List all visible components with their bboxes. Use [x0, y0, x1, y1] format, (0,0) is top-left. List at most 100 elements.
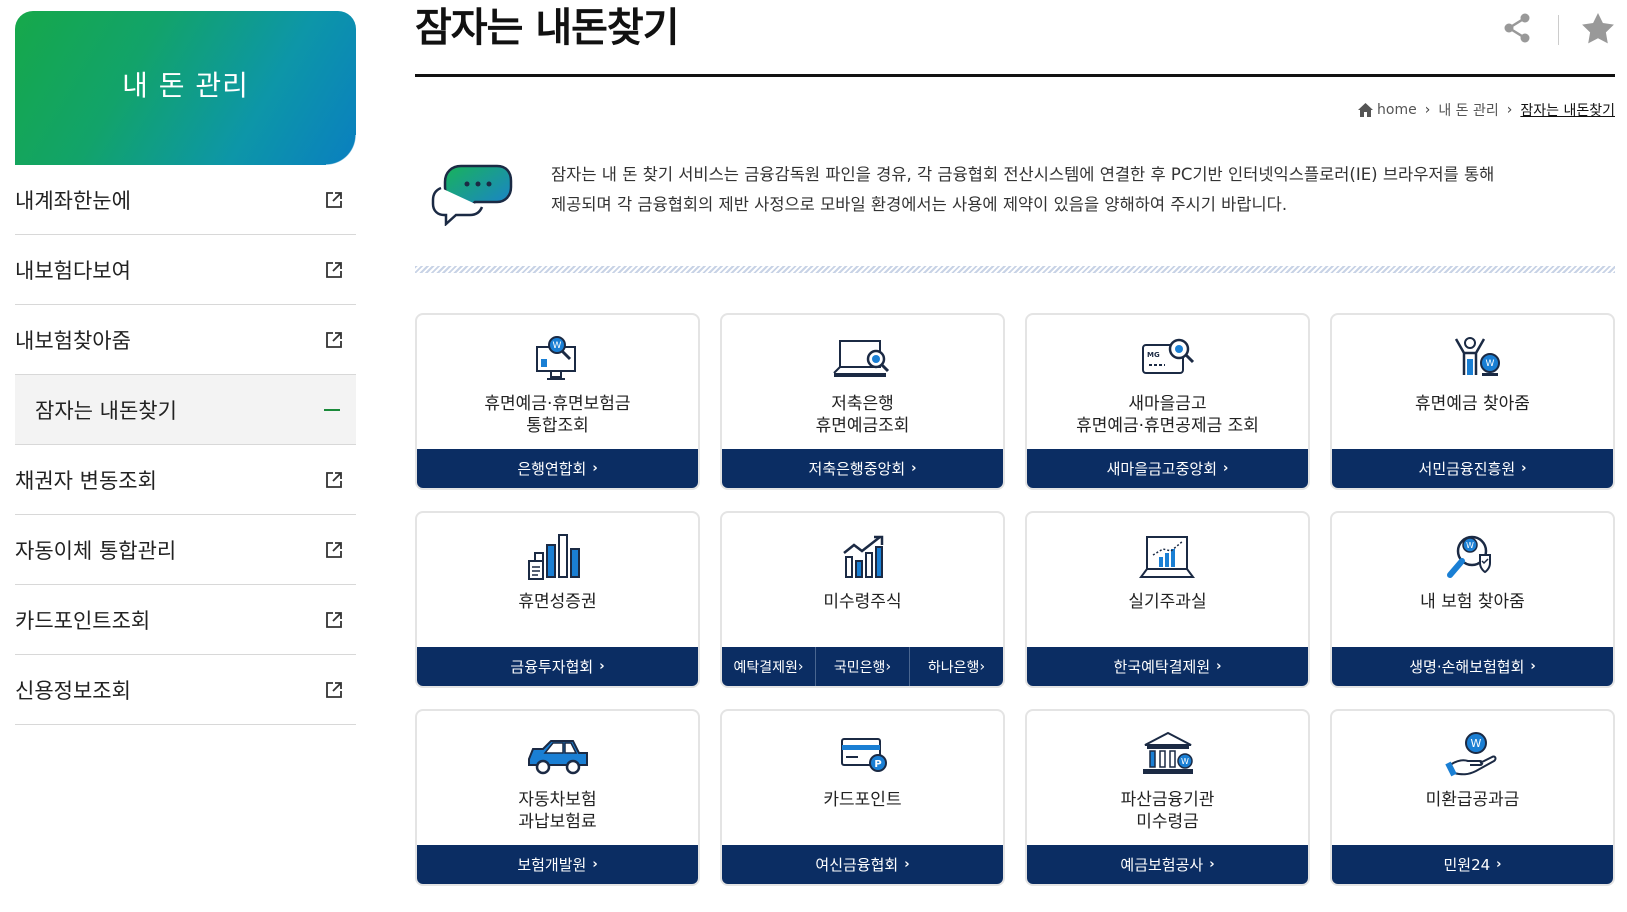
service-card: W 휴면예금 찾아줌 서민금융진흥원 ›: [1330, 313, 1615, 490]
sidebar-item-my-insurance[interactable]: 내보험다보여: [15, 235, 356, 305]
person-coin-icon: W: [1440, 333, 1506, 385]
card-search-icon: MG: [1135, 333, 1201, 385]
hatched-divider: [415, 266, 1615, 273]
breadcrumb-level1[interactable]: 내 돈 관리: [1438, 100, 1498, 120]
hand-coin-icon: W: [1440, 729, 1506, 781]
home-icon: [1358, 103, 1377, 117]
page-title: 잠자는 내돈찾기: [415, 5, 680, 51]
chevron-right-icon: ›: [904, 857, 910, 872]
notice-line-2: 제공되며 각 금융협회의 제반 사정으로 모바일 환경에서는 사용에 제약이 있…: [551, 195, 1288, 214]
notice-box: 잠자는 내 돈 찾기 서비스는 금융감독원 파인을 경유, 각 금융협회 전산시…: [431, 158, 1615, 238]
chevron-right-icon: ›: [1506, 102, 1513, 118]
external-link-icon: [324, 260, 344, 280]
card-link-button[interactable]: 한국예탁결제원 ›: [1027, 647, 1308, 686]
card-link-button[interactable]: 은행연합회 ›: [417, 449, 698, 488]
sidebar-item-label: 잠자는 내돈찾기: [35, 398, 177, 423]
card-title: 내 보험 찾아줌: [1420, 592, 1525, 612]
card-link-button[interactable]: 예탁결제원 ›: [722, 647, 816, 686]
chevron-right-icon: ›: [885, 658, 892, 675]
sidebar-item-credit-info[interactable]: 신용정보조회: [15, 655, 356, 725]
external-link-icon: [324, 190, 344, 210]
bar-document-icon: [525, 531, 591, 583]
sidebar-item-label: 내보험다보여: [15, 258, 131, 283]
notice-line-1: 잠자는 내 돈 찾기 서비스는 금융감독원 파인을 경유, 각 금융협회 전산시…: [551, 165, 1495, 184]
svg-text:W: W: [552, 341, 561, 351]
svg-text:W: W: [1470, 737, 1481, 750]
card-link-button[interactable]: 새마을금고중앙회 ›: [1027, 449, 1308, 488]
sidebar-item-auto-transfer[interactable]: 자동이체 통합관리: [15, 515, 356, 585]
bank-icon: W: [1135, 729, 1201, 781]
svg-text:W: W: [1466, 541, 1474, 550]
card-link-button[interactable]: 예금보험공사 ›: [1027, 845, 1308, 884]
sidebar-item-label: 내계좌한눈에: [15, 188, 131, 213]
sidebar-item-label: 신용정보조회: [15, 678, 131, 703]
main-content: 잠자는 내돈찾기 home › 내 돈 관리 › 잠자는 내돈찾기 잠자는 내 …: [415, 0, 1615, 886]
card-title: 휴면예금·휴면보험금 통합조회: [484, 394, 631, 436]
service-card: 저축은행 휴면예금조회 저축은행중앙회 ›: [720, 313, 1005, 490]
service-card: 실기주과실 한국예탁결제원 ›: [1025, 511, 1310, 688]
car-icon: [525, 729, 591, 781]
page-tools: [1502, 12, 1615, 48]
service-card: 자동차보험 과납보험료 보험개발원 ›: [415, 709, 700, 886]
service-card: P 카드포인트 여신금융협회 ›: [720, 709, 1005, 886]
card-link-button[interactable]: 금융투자협회 ›: [417, 647, 698, 686]
sidebar-item-dormant-money[interactable]: 잠자는 내돈찾기: [15, 375, 356, 445]
sidebar-item-creditor-change[interactable]: 채권자 변동조회: [15, 445, 356, 515]
card-title: 휴면성증권: [518, 592, 597, 612]
sidebar-item-card-point[interactable]: 카드포인트조회: [15, 585, 356, 655]
chevron-right-icon: ›: [1521, 461, 1527, 476]
card-link-button[interactable]: 국민은행 ›: [816, 647, 910, 686]
card-link-button[interactable]: 여신금융협회 ›: [722, 845, 1003, 884]
sidebar-item-my-accounts[interactable]: 내계좌한눈에: [15, 165, 356, 235]
external-link-icon: [324, 540, 344, 560]
speech-bubble-icon: [431, 158, 515, 227]
magnifier-shield-icon: W: [1440, 531, 1506, 583]
card-link-button[interactable]: 생명·손해보험협회 ›: [1332, 647, 1613, 686]
service-card: W 미환급공과금 민원24 ›: [1330, 709, 1615, 886]
sidebar-header: 내 돈 관리: [15, 11, 356, 165]
external-link-icon: [324, 470, 344, 490]
share-icon[interactable]: [1502, 12, 1532, 48]
chevron-right-icon: ›: [979, 658, 986, 675]
sidebar-menu: 내계좌한눈에 내보험다보여 내보험찾아줌 잠자는 내돈찾기 채권자 변동조회 자…: [15, 165, 356, 725]
monitor-search-icon: W: [525, 333, 591, 385]
sidebar: 내 돈 관리 내계좌한눈에 내보험다보여 내보험찾아줌 잠자는 내돈찾기 채권자…: [15, 11, 356, 725]
sidebar-item-label: 채권자 변동조회: [15, 468, 157, 493]
sidebar-item-find-insurance[interactable]: 내보험찾아줌: [15, 305, 356, 375]
svg-text:P: P: [874, 759, 881, 770]
chevron-right-icon: ›: [1424, 102, 1431, 118]
card-title: 새마을금고 휴면예금·휴면공제금 조회: [1076, 394, 1259, 436]
star-icon[interactable]: [1581, 12, 1615, 48]
external-link-icon: [324, 680, 344, 700]
card-link-button[interactable]: 하나은행 ›: [910, 647, 1003, 686]
breadcrumb-home[interactable]: home: [1377, 102, 1417, 118]
card-link-group: 예탁결제원 › 국민은행 › 하나은행 ›: [722, 647, 1003, 686]
tools-divider: [1558, 15, 1559, 45]
minus-icon: [324, 408, 340, 411]
card-link-button[interactable]: 민원24 ›: [1332, 845, 1613, 884]
service-card: W 파산금융기관 미수령금 예금보험공사 ›: [1025, 709, 1310, 886]
laptop-search-icon: [830, 333, 896, 385]
chevron-right-icon: ›: [592, 857, 598, 872]
card-link-button[interactable]: 보험개발원 ›: [417, 845, 698, 884]
sidebar-item-label: 내보험찾아줌: [15, 328, 131, 353]
sidebar-item-label: 자동이체 통합관리: [15, 538, 177, 563]
chevron-right-icon: ›: [1496, 857, 1502, 872]
breadcrumb-current[interactable]: 잠자는 내돈찾기: [1520, 100, 1615, 120]
breadcrumb: home › 내 돈 관리 › 잠자는 내돈찾기: [1358, 100, 1615, 120]
service-card: 휴면성증권 금융투자협회 ›: [415, 511, 700, 688]
card-link-button[interactable]: 서민금융진흥원 ›: [1332, 449, 1613, 488]
svg-text:W: W: [1181, 757, 1189, 766]
growth-chart-icon: [830, 531, 896, 583]
notice-text: 잠자는 내 돈 찾기 서비스는 금융감독원 파인을 경유, 각 금융협회 전산시…: [551, 160, 1494, 238]
svg-text:MG: MG: [1147, 351, 1160, 359]
card-point-icon: P: [830, 729, 896, 781]
chevron-right-icon: ›: [592, 461, 598, 476]
card-link-button[interactable]: 저축은행중앙회 ›: [722, 449, 1003, 488]
chevron-right-icon: ›: [1216, 659, 1222, 674]
chevron-right-icon: ›: [911, 461, 917, 476]
card-title: 실기주과실: [1128, 592, 1207, 612]
service-card: W 휴면예금·휴면보험금 통합조회 은행연합회 ›: [415, 313, 700, 490]
card-title: 미수령주식: [823, 592, 902, 612]
card-title: 휴면예금 찾아줌: [1415, 394, 1530, 414]
